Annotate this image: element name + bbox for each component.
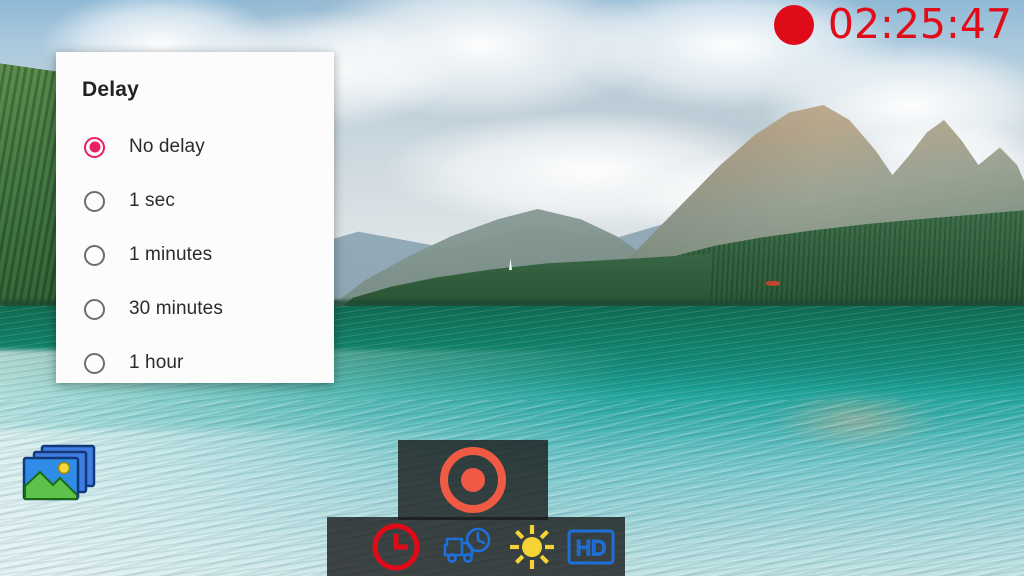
delay-option-1-hour[interactable]: 1 hour bbox=[56, 336, 334, 390]
delay-option-1-sec[interactable]: 1 sec bbox=[56, 174, 334, 228]
radio-button-icon[interactable] bbox=[84, 190, 105, 212]
record-core bbox=[461, 468, 485, 492]
radio-button-icon[interactable] bbox=[84, 298, 105, 320]
radio-button-icon[interactable] bbox=[84, 352, 105, 374]
delay-option-30-minutes[interactable]: 30 minutes bbox=[56, 282, 334, 336]
tool-row: HD bbox=[327, 517, 625, 576]
delay-option-label: No delay bbox=[129, 136, 205, 157]
delay-option-no-delay[interactable]: No delay bbox=[56, 120, 334, 174]
gallery-photos-icon bbox=[22, 444, 96, 501]
boat bbox=[766, 281, 780, 286]
delay-option-list: No delay 1 sec 1 minutes 30 minutes 1 ho… bbox=[56, 120, 334, 390]
app-screen: 02:25:47 Delay No delay 1 sec 1 minutes … bbox=[0, 0, 1024, 576]
gallery-button[interactable] bbox=[20, 444, 98, 502]
delay-option-label: 1 sec bbox=[129, 190, 175, 211]
truck-clock-icon bbox=[443, 527, 491, 563]
dialog-title: Delay bbox=[82, 78, 140, 101]
delay-option-1-minutes[interactable]: 1 minutes bbox=[56, 228, 334, 282]
record-button[interactable] bbox=[435, 447, 511, 513]
svg-text:HD: HD bbox=[576, 537, 606, 560]
delay-option-label: 1 hour bbox=[129, 352, 184, 373]
delay-tool-button[interactable] bbox=[363, 521, 429, 573]
delay-dialog: Delay No delay 1 sec 1 minutes 30 minute… bbox=[56, 52, 334, 383]
hd-icon: HD bbox=[567, 529, 615, 564]
record-dot-icon bbox=[773, 4, 814, 45]
hd-tool-button[interactable]: HD bbox=[563, 527, 619, 567]
radio-button-selected-icon[interactable] bbox=[84, 136, 105, 158]
clock-icon bbox=[372, 523, 420, 570]
delay-option-label: 30 minutes bbox=[129, 298, 223, 319]
elapsed-time: 02:25:47 bbox=[827, 0, 1012, 48]
recording-timer: 02:25:47 bbox=[773, 0, 1012, 48]
brightness-tool-button[interactable] bbox=[503, 523, 561, 571]
radio-button-icon[interactable] bbox=[84, 244, 105, 266]
sun-icon bbox=[510, 524, 554, 569]
schedule-tool-button[interactable] bbox=[435, 525, 501, 569]
record-circle-icon bbox=[440, 447, 506, 513]
delay-option-label: 1 minutes bbox=[129, 244, 213, 265]
